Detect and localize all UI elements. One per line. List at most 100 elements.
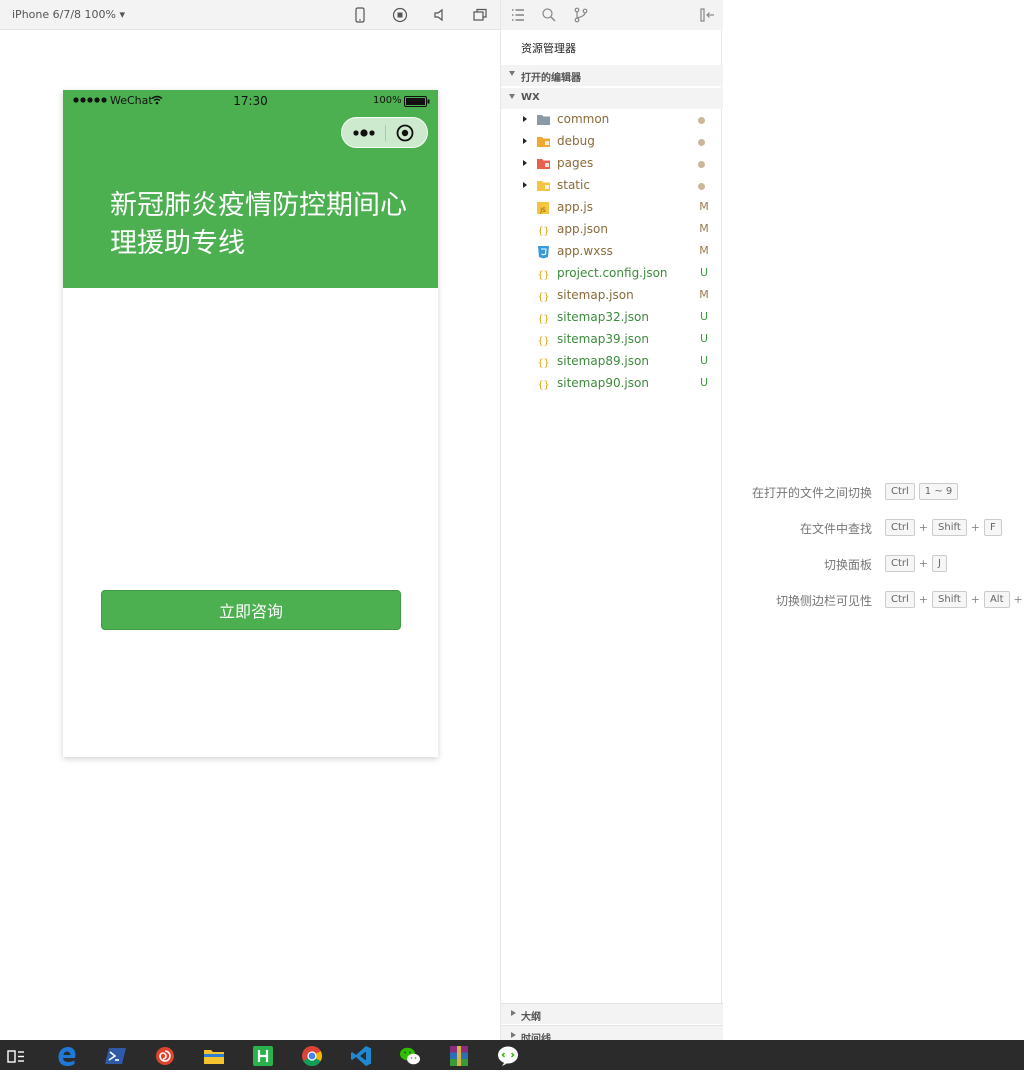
collapsed-arrow-icon	[523, 138, 527, 144]
shortcut-label: 切换面板	[823, 558, 872, 572]
file-sitemap-json[interactable]: {} sitemap.json M	[501, 285, 723, 307]
key: F	[983, 519, 1002, 536]
phone-icon[interactable]	[351, 6, 369, 24]
close-mini-program-icon[interactable]	[394, 123, 416, 143]
svg-text:{}: {}	[537, 270, 549, 281]
key: Ctrl	[885, 483, 915, 500]
json-file-icon: {}	[537, 226, 549, 237]
open-editors-label: 打开的编辑器	[521, 73, 581, 84]
folder-icon	[537, 181, 550, 191]
css-file-icon	[538, 246, 549, 259]
timeline-section[interactable]: 时间线	[501, 1025, 723, 1040]
svg-text:{}: {}	[537, 314, 549, 325]
json-file-icon: {}	[537, 336, 549, 347]
powershell-icon[interactable]	[104, 1044, 128, 1068]
list-icon[interactable]	[509, 6, 527, 24]
modified-dot	[698, 183, 705, 190]
snail-app-icon[interactable]	[153, 1044, 177, 1068]
edge-icon[interactable]	[55, 1044, 79, 1068]
folder-name: static	[557, 178, 590, 192]
hbuilder-icon[interactable]	[251, 1044, 275, 1068]
capsule-divider	[385, 125, 386, 141]
simulator-canvas: WeChat 17:30 100% 新冠肺炎疫情防控期间心理援助专线 立即咨询	[0, 30, 500, 1040]
git-status: M	[699, 288, 709, 301]
shortcut-switch-files: 在打开的文件之间切换 Ctrl 1 ~ 9	[723, 482, 1024, 502]
folder-pages[interactable]: pages	[501, 153, 723, 175]
shortcut-label: 在文件中查找	[799, 522, 872, 536]
svg-text:JS: JS	[539, 207, 546, 214]
volume-icon[interactable]	[431, 6, 449, 24]
simulator-toolbar: iPhone 6/7/8 100% ▾	[0, 0, 500, 30]
outline-label: 大纲	[521, 1012, 541, 1023]
wechat-devtools-icon[interactable]	[496, 1044, 520, 1068]
file-sitemap90-json[interactable]: {} sitemap90.json U	[501, 373, 723, 395]
modified-dot	[698, 117, 705, 124]
shortcut-toggle-panel: 切换面板 Ctrl + J	[723, 554, 1024, 574]
json-file-icon: {}	[537, 314, 549, 325]
chrome-icon[interactable]	[300, 1044, 324, 1068]
file-explorer-icon[interactable]	[202, 1044, 226, 1068]
outline-section[interactable]: 大纲	[501, 1003, 723, 1024]
winrar-icon[interactable]	[447, 1044, 471, 1068]
more-menu-icon[interactable]	[350, 123, 380, 143]
shortcut-label: 切换侧边栏可见性	[775, 594, 872, 608]
task-view-icon[interactable]	[4, 1044, 28, 1068]
file-name: sitemap90.json	[557, 376, 649, 390]
key: Ctrl	[885, 591, 915, 608]
collapsed-caret-icon	[511, 1010, 516, 1016]
file-sitemap89-json[interactable]: {} sitemap89.json U	[501, 351, 723, 373]
js-file-icon: JS	[537, 202, 549, 214]
record-icon[interactable]	[391, 6, 409, 24]
source-control-icon[interactable]	[572, 6, 590, 24]
file-sitemap32-json[interactable]: {} sitemap32.json U	[501, 307, 723, 329]
file-app-json[interactable]: {} app.json M	[501, 219, 723, 241]
consult-now-button[interactable]: 立即咨询	[101, 590, 401, 630]
folder-icon	[537, 137, 550, 147]
collapsed-caret-icon	[511, 1032, 516, 1038]
key: Ctrl	[885, 519, 915, 536]
key: Shift	[932, 519, 967, 536]
folder-static[interactable]: static	[501, 175, 723, 197]
shortcut-keys: Ctrl 1 ~ 9	[885, 483, 959, 500]
shortcut-label: 在打开的文件之间切换	[751, 486, 872, 500]
file-app-js[interactable]: JS app.js M	[501, 197, 723, 219]
editor-area: 在打开的文件之间切换 Ctrl 1 ~ 9 在文件中查找 Ctrl + Shif…	[723, 0, 1024, 1040]
search-icon[interactable]	[540, 6, 558, 24]
explorer-panel: 资源管理器 打开的编辑器 WX common debug pages stati…	[500, 0, 723, 1040]
shortcut-keys: Ctrl + Shift + Alt + B	[885, 591, 1024, 608]
file-name: sitemap39.json	[557, 332, 649, 346]
key: 1 ~ 9	[918, 483, 959, 500]
folder-debug[interactable]: debug	[501, 131, 723, 153]
vscode-icon[interactable]	[349, 1044, 373, 1068]
file-app-wxss[interactable]: app.wxss M	[501, 241, 723, 263]
battery-percentage: 100%	[373, 95, 402, 106]
file-project-config-json[interactable]: {} project.config.json U	[501, 263, 723, 285]
svg-text:{}: {}	[537, 292, 549, 303]
key: Shift	[932, 591, 967, 608]
git-status: U	[699, 266, 709, 279]
modified-dot	[698, 139, 705, 146]
svg-text:{}: {}	[537, 380, 549, 391]
collapse-sidebar-icon[interactable]	[698, 6, 716, 24]
git-status: M	[699, 222, 709, 235]
wechat-icon[interactable]	[398, 1044, 422, 1068]
file-name: sitemap89.json	[557, 354, 649, 368]
key: Ctrl	[885, 555, 915, 572]
project-section[interactable]: WX	[501, 88, 723, 109]
open-editors-section[interactable]: 打开的编辑器	[501, 65, 723, 86]
git-status: U	[699, 354, 709, 367]
phone-screen: WeChat 17:30 100% 新冠肺炎疫情防控期间心理援助专线 立即咨询	[63, 90, 438, 757]
folder-common[interactable]: common	[501, 109, 723, 131]
shortcut-keys: Ctrl + J	[885, 555, 947, 572]
folder-name: debug	[557, 134, 595, 148]
shortcut-find-in-files: 在文件中查找 Ctrl + Shift + F	[723, 518, 1024, 538]
folder-icon	[537, 115, 550, 125]
detach-window-icon[interactable]	[471, 6, 489, 24]
explorer-toolbar	[501, 0, 723, 30]
key: Alt	[983, 591, 1010, 608]
git-status: M	[699, 200, 709, 213]
device-selector[interactable]: iPhone 6/7/8 100% ▾	[12, 8, 125, 21]
expand-caret-icon	[509, 94, 515, 99]
svg-text:{}: {}	[537, 358, 549, 369]
file-sitemap39-json[interactable]: {} sitemap39.json U	[501, 329, 723, 351]
